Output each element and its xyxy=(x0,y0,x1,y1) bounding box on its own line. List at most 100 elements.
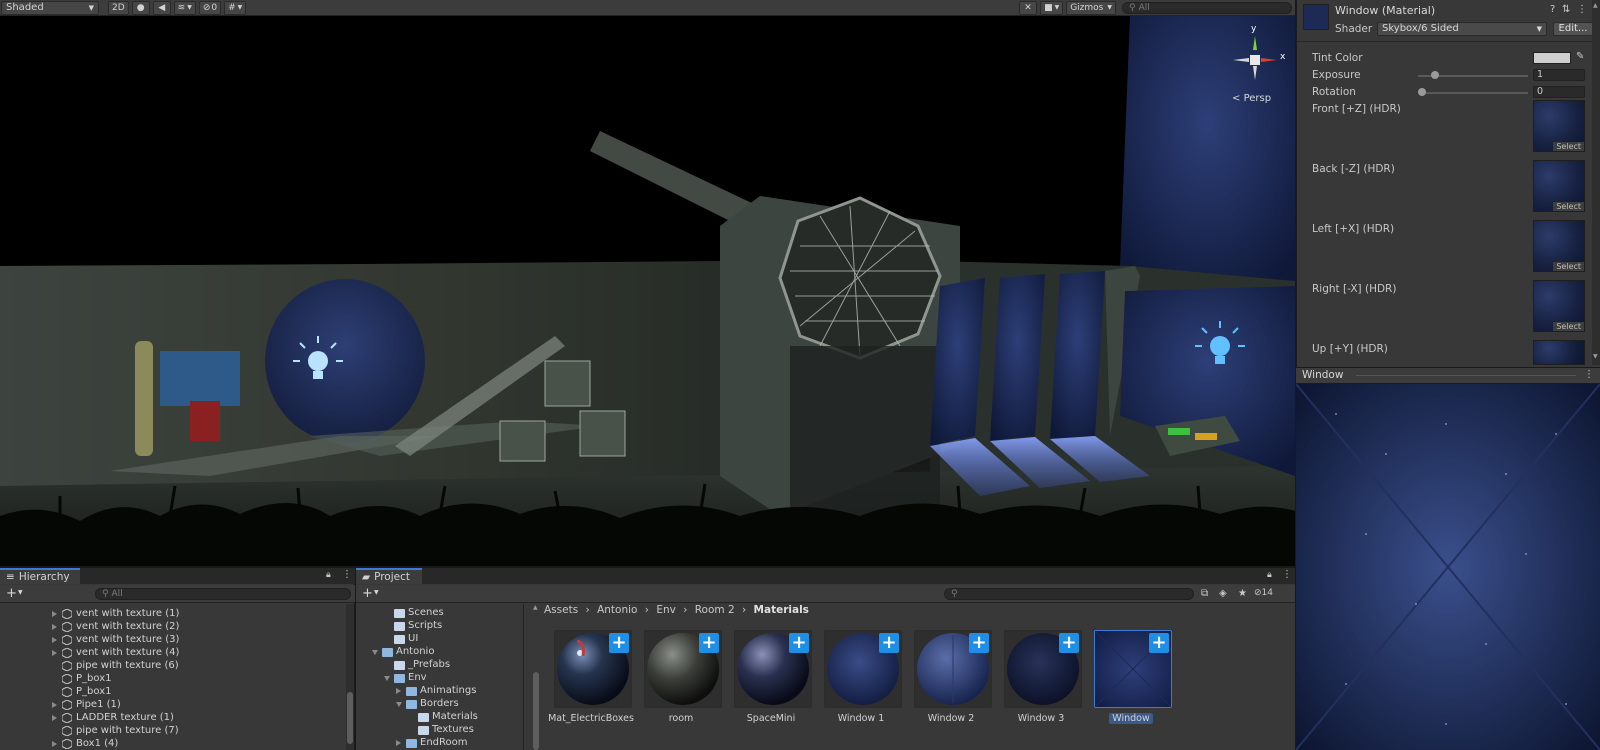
add-icon[interactable]: + xyxy=(6,586,17,601)
breadcrumb-item[interactable]: Antonio xyxy=(597,604,637,616)
add-to-scene-icon[interactable]: + xyxy=(1149,633,1169,653)
back-texture-slot[interactable]: Select xyxy=(1533,160,1585,212)
breadcrumb-item[interactable]: Room 2 xyxy=(695,604,735,616)
up-texture-slot[interactable] xyxy=(1533,340,1585,365)
orientation-gizmo[interactable]: y x xyxy=(1225,24,1285,90)
scroll-down-icon[interactable]: ▼ xyxy=(1593,353,1599,363)
collapse-arrow-icon[interactable] xyxy=(396,702,402,707)
collapse-arrow-icon[interactable] xyxy=(384,676,390,681)
scrollbar-thumb[interactable] xyxy=(533,672,539,750)
preview-header[interactable]: Window ⋮ xyxy=(1296,367,1600,384)
tab-project[interactable]: ▰ Project xyxy=(356,568,422,584)
hidden-objects-toggle[interactable]: ⊘ 0 xyxy=(198,0,222,15)
select-button[interactable]: Select xyxy=(1553,142,1584,151)
2d-toggle-button[interactable]: 2D xyxy=(108,0,129,15)
asset-tile-selected[interactable]: + xyxy=(1094,630,1172,708)
project-search-input[interactable]: ⚲ xyxy=(944,588,1194,600)
hierarchy-search-input[interactable]: ⚲ All xyxy=(95,588,351,600)
asset-tile[interactable]: + xyxy=(734,630,812,708)
exposure-slider-handle[interactable] xyxy=(1431,71,1439,79)
expand-arrow-icon[interactable] xyxy=(52,650,57,656)
more-menu-icon[interactable]: ⋮ xyxy=(1577,4,1587,15)
select-button[interactable]: Select xyxy=(1553,262,1584,271)
gameobject-icon xyxy=(62,674,72,684)
lighting-toggle-button[interactable]: ● xyxy=(131,0,150,15)
asset-label: room xyxy=(668,713,694,724)
lock-icon[interactable]: 🔒︎ xyxy=(1267,570,1272,580)
inspector-scrollbar[interactable]: ▲ ▼ xyxy=(1592,0,1600,365)
draw-mode-dropdown[interactable]: Shaded ▼ xyxy=(1,0,99,15)
asset-tile[interactable]: + xyxy=(914,630,992,708)
add-to-scene-icon[interactable]: + xyxy=(609,633,629,653)
add-to-scene-icon[interactable]: + xyxy=(789,633,809,653)
scrollbar-thumb[interactable] xyxy=(347,692,353,744)
favorite-star-icon[interactable]: ★ xyxy=(1238,588,1247,599)
breadcrumb-item[interactable]: Assets xyxy=(544,604,578,616)
more-menu-icon[interactable]: ⋮ xyxy=(1282,569,1292,580)
add-to-scene-icon[interactable]: + xyxy=(879,633,899,653)
asset-tile[interactable]: + xyxy=(824,630,902,708)
chevron-down-icon: ▼ xyxy=(1536,25,1542,33)
exposure-field[interactable]: 1 xyxy=(1533,69,1585,81)
select-button[interactable]: Select xyxy=(1553,322,1584,331)
expand-arrow-icon[interactable] xyxy=(52,741,57,747)
asset-tile[interactable]: + xyxy=(644,630,722,708)
gameobject-icon xyxy=(62,622,72,632)
breadcrumb-item[interactable]: Env xyxy=(656,604,676,616)
folder-tree-scrollbar[interactable]: ▲ xyxy=(532,604,540,750)
asset-tile[interactable]: + xyxy=(554,630,632,708)
add-to-scene-icon[interactable]: + xyxy=(1059,633,1079,653)
gizmos-dropdown[interactable]: Gizmos ▼ xyxy=(1066,0,1116,15)
expand-arrow-icon[interactable] xyxy=(396,688,401,694)
expand-arrow-icon[interactable] xyxy=(52,637,57,643)
scene-toolbar: Shaded ▼ 2D ● ◀ ≋ ▼ ⊘ 0 # ▼ ✕ ■ ▼ Gizmos ▼ ⚲ … xyxy=(0,0,1295,16)
grid-dropdown[interactable]: # ▼ xyxy=(224,0,247,15)
drag-handle[interactable] xyxy=(1356,375,1576,376)
front-texture-slot[interactable]: Select xyxy=(1533,100,1585,152)
help-icon[interactable]: ? xyxy=(1550,4,1555,15)
scroll-up-icon[interactable]: ▲ xyxy=(533,604,538,611)
folder-tab-icon: ▰ xyxy=(362,571,371,583)
rotation-slider-handle[interactable] xyxy=(1418,88,1426,96)
more-menu-icon[interactable]: ⋮ xyxy=(1584,369,1594,380)
projection-toggle[interactable]: < Persp xyxy=(1232,93,1271,104)
rotation-slider-track[interactable] xyxy=(1418,92,1528,94)
rotation-field[interactable]: 0 xyxy=(1533,86,1585,98)
effects-dropdown[interactable]: ≋ ▼ xyxy=(173,0,196,15)
add-to-scene-icon[interactable]: + xyxy=(969,633,989,653)
expand-arrow-icon[interactable] xyxy=(52,702,57,708)
collapse-arrow-icon[interactable] xyxy=(372,650,378,655)
search-by-type-icon[interactable]: ⧉ xyxy=(1201,588,1208,599)
edit-shader-button[interactable]: Edit... xyxy=(1553,22,1593,36)
expand-arrow-icon[interactable] xyxy=(52,624,57,630)
audio-toggle-button[interactable]: ◀ xyxy=(152,0,171,15)
add-icon[interactable]: + xyxy=(362,586,373,601)
tools-button[interactable]: ✕ xyxy=(1019,0,1038,15)
expand-arrow-icon[interactable] xyxy=(52,715,57,721)
tab-hierarchy[interactable]: ≡ Hierarchy xyxy=(0,568,80,584)
material-preview[interactable] xyxy=(1296,384,1600,750)
scroll-up-icon[interactable]: ▲ xyxy=(1593,2,1599,12)
preset-icon[interactable]: ⇅ xyxy=(1562,4,1570,15)
right-texture-slot[interactable]: Select xyxy=(1533,280,1585,332)
lock-icon[interactable]: 🔒︎ xyxy=(326,570,331,580)
tint-color-swatch[interactable] xyxy=(1533,52,1571,64)
left-texture-slot[interactable]: Select xyxy=(1533,220,1585,272)
hierarchy-scrollbar[interactable] xyxy=(346,604,354,750)
tree-item-label: Box1 (4) xyxy=(76,738,119,749)
shader-dropdown[interactable]: Skybox/6 Sided ▼ xyxy=(1377,22,1547,36)
more-menu-icon[interactable]: ⋮ xyxy=(342,569,352,580)
hidden-packages-toggle[interactable]: ⊘14 xyxy=(1254,588,1273,598)
camera-dropdown[interactable]: ■ ▼ xyxy=(1040,0,1064,15)
hierarchy-panel: ≡ Hierarchy 🔒︎ ⋮ + ▼ ⚲ All vent with tex… xyxy=(0,568,355,750)
add-to-scene-icon[interactable]: + xyxy=(699,633,719,653)
scene-viewport[interactable]: y x < Persp xyxy=(0,16,1295,566)
breadcrumb-current[interactable]: Materials xyxy=(754,604,809,616)
select-button[interactable]: Select xyxy=(1553,202,1584,211)
expand-arrow-icon[interactable] xyxy=(396,740,401,746)
scene-search-input[interactable]: ⚲ All xyxy=(1122,1,1292,14)
eyedropper-icon[interactable]: ✎ xyxy=(1576,51,1584,62)
expand-arrow-icon[interactable] xyxy=(52,611,57,617)
asset-tile[interactable]: + xyxy=(1004,630,1082,708)
label-icon[interactable]: ◈ xyxy=(1219,588,1227,599)
